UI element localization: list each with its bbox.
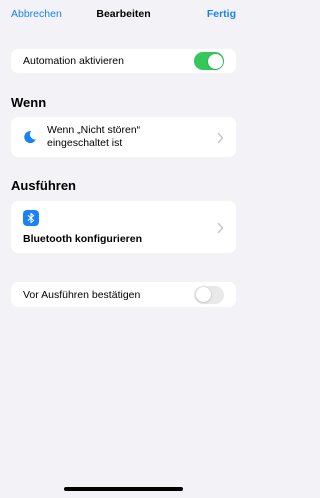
chevron-right-icon (217, 221, 224, 234)
trigger-text: Wenn „Nicht stören“ eingeschaltet ist (47, 124, 140, 149)
automation-toggle-switch[interactable] (194, 52, 224, 70)
trigger-row[interactable]: Wenn „Nicht stören“ eingeschaltet ist (11, 117, 236, 157)
moon-icon (23, 130, 37, 144)
section-title-run: Ausführen (11, 178, 76, 193)
confirm-toggle-label: Vor Ausführen bestätigen (23, 289, 141, 301)
chevron-right-icon (217, 131, 224, 144)
toggle-knob (195, 287, 211, 302)
automation-toggle-row: Automation aktivieren (11, 49, 236, 73)
home-indicator (64, 487, 183, 491)
trigger-line-1: Wenn „Nicht stören“ (47, 124, 141, 136)
trigger-line-2: eingeschaltet ist (47, 136, 123, 149)
confirm-toggle-row: Vor Ausführen bestätigen (11, 282, 236, 307)
automation-toggle-label: Automation aktivieren (23, 55, 124, 67)
action-row[interactable]: Bluetooth konfigurieren (11, 201, 236, 253)
action-label: Bluetooth konfigurieren (23, 233, 142, 245)
bluetooth-icon (23, 210, 39, 226)
done-button[interactable]: Fertig (207, 8, 236, 20)
toggle-knob (207, 53, 223, 69)
section-title-when: Wenn (11, 95, 47, 110)
confirm-toggle-switch[interactable] (194, 285, 224, 304)
navigation-bar: Abbrechen Bearbeiten Fertig (0, 0, 247, 30)
